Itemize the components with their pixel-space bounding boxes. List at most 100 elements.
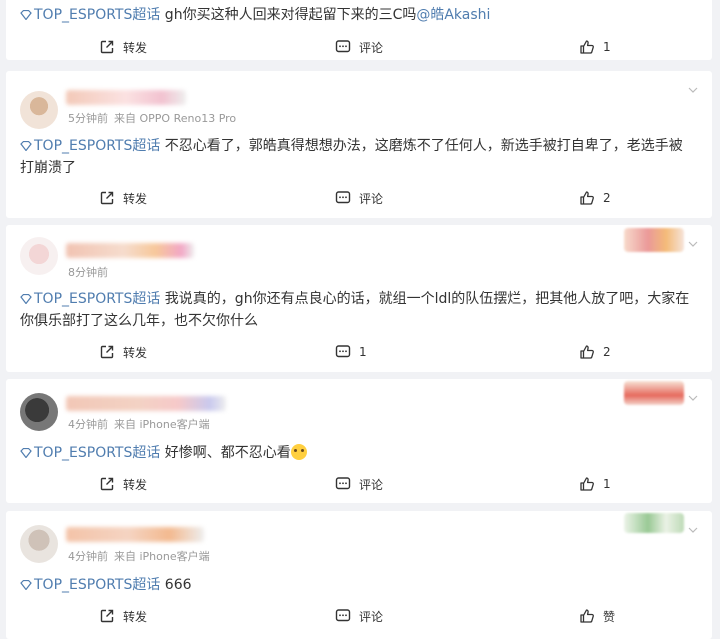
comment-icon <box>335 40 351 53</box>
comment-icon <box>335 345 351 358</box>
comment-content: TOP_ESPORTS超话 我说真的，gh你还有点良心的话，就组一个ldl的队伍… <box>20 288 696 332</box>
like-button[interactable]: 1 <box>579 37 611 57</box>
super-topic-tag[interactable]: TOP_ESPORTS超话 <box>20 445 160 461</box>
like-label: 赞 <box>603 609 616 624</box>
like-count: 2 <box>603 345 611 359</box>
repost-label: 转发 <box>123 477 148 492</box>
repost-icon <box>100 191 114 205</box>
chevron-down-icon[interactable] <box>688 85 698 95</box>
comment-card: 4分钟前 来自 iPhone客户端 TOP_ESPORTS超话 好惨啊、都不忍心看… <box>6 379 712 503</box>
source: 来自 iPhone客户端 <box>114 550 210 563</box>
comment-count: 1 <box>359 345 367 359</box>
thumbs-up-icon <box>580 40 594 54</box>
repost-icon <box>100 609 114 623</box>
repost-icon <box>100 345 114 359</box>
avatar[interactable] <box>20 525 58 563</box>
diamond-icon <box>20 448 32 458</box>
comment-meta: 8分钟前 <box>68 264 108 280</box>
repost-button[interactable]: 转发 <box>99 342 147 362</box>
chevron-down-icon[interactable] <box>688 239 698 249</box>
repost-label: 转发 <box>123 40 148 55</box>
crying-emoji-icon <box>290 444 307 460</box>
comment-label: 评论 <box>359 40 384 55</box>
comment-icon <box>335 191 351 204</box>
comment-card: 4分钟前 来自 iPhone客户端 TOP_ESPORTS超话 666 转发 评论… <box>6 511 712 639</box>
comment-icon <box>335 609 351 622</box>
comment-button[interactable]: 1 <box>335 342 367 362</box>
tag-label: TOP_ESPORTS超话 <box>34 577 161 593</box>
comment-meta: 4分钟前 来自 iPhone客户端 <box>68 548 210 564</box>
diamond-icon <box>20 141 32 151</box>
like-button[interactable]: 赞 <box>579 606 615 626</box>
timestamp: 5分钟前 <box>68 112 108 125</box>
comment-label: 评论 <box>359 191 384 206</box>
comment-label: 评论 <box>359 477 384 492</box>
like-count: 1 <box>603 40 611 54</box>
timestamp: 4分钟前 <box>68 550 108 563</box>
like-count: 2 <box>603 191 611 205</box>
comment-content: TOP_ESPORTS超话 好惨啊、都不忍心看 <box>20 442 696 464</box>
thumbs-up-icon <box>580 191 594 205</box>
diamond-icon <box>20 10 32 20</box>
username-redacted[interactable] <box>66 90 186 105</box>
comment-card: 5分钟前 来自 OPPO Reno13 Pro TOP_ESPORTS超话 不忍心… <box>6 71 712 218</box>
action-bar: 转发 1 2 <box>6 342 712 362</box>
source: 来自 iPhone客户端 <box>114 418 210 431</box>
comment-content: TOP_ESPORTS超话 不忍心看了，郭皓真得想想办法，这磨炼不了任何人，新选… <box>20 135 696 179</box>
comment-button[interactable]: 评论 <box>335 188 383 208</box>
comment-meta: 5分钟前 来自 OPPO Reno13 Pro <box>68 110 236 126</box>
comment-card: 8分钟前 TOP_ESPORTS超话 我说真的，gh你还有点良心的话，就组一个l… <box>6 225 712 372</box>
username-redacted[interactable] <box>66 396 226 411</box>
repost-icon <box>100 477 114 491</box>
tag-label: TOP_ESPORTS超话 <box>34 7 161 23</box>
timestamp: 4分钟前 <box>68 418 108 431</box>
tag-label: TOP_ESPORTS超话 <box>34 291 161 307</box>
diamond-icon <box>20 294 32 304</box>
comment-label: 评论 <box>359 609 384 624</box>
action-bar: 转发 评论 1 <box>6 37 712 57</box>
comment-text: 666 <box>160 577 192 593</box>
source: 来自 OPPO Reno13 Pro <box>114 112 237 125</box>
decoration-badge <box>624 381 684 405</box>
decoration-badge <box>624 228 684 252</box>
super-topic-tag[interactable]: TOP_ESPORTS超话 <box>20 138 160 154</box>
timestamp: 8分钟前 <box>68 266 108 279</box>
like-button[interactable]: 1 <box>579 474 611 494</box>
super-topic-tag[interactable]: TOP_ESPORTS超话 <box>20 577 160 593</box>
super-topic-tag[interactable]: TOP_ESPORTS超话 <box>20 7 160 23</box>
comment-button[interactable]: 评论 <box>335 474 383 494</box>
comment-text: 好惨啊、都不忍心看 <box>160 445 291 461</box>
decoration-badge <box>624 513 684 533</box>
chevron-down-icon[interactable] <box>688 525 698 535</box>
thumbs-up-icon <box>580 477 594 491</box>
comment-text: gh你买这种人回来对得起留下来的三C吗 <box>160 7 417 23</box>
thumbs-up-icon <box>580 345 594 359</box>
comment-icon <box>335 477 351 490</box>
like-button[interactable]: 2 <box>579 342 611 362</box>
super-topic-tag[interactable]: TOP_ESPORTS超话 <box>20 291 160 307</box>
repost-button[interactable]: 转发 <box>99 474 147 494</box>
avatar[interactable] <box>20 237 58 275</box>
comment-meta: 4分钟前 来自 iPhone客户端 <box>68 416 210 432</box>
avatar[interactable] <box>20 91 58 129</box>
comment-button[interactable]: 评论 <box>335 606 383 626</box>
action-bar: 转发 评论 2 <box>6 188 712 208</box>
like-button[interactable]: 2 <box>579 188 611 208</box>
comment-card: TOP_ESPORTS超话 gh你买这种人回来对得起留下来的三C吗@皓Akash… <box>6 0 712 60</box>
action-bar: 转发 评论 赞 <box>6 606 712 626</box>
username-redacted[interactable] <box>66 527 204 542</box>
repost-button[interactable]: 转发 <box>99 606 147 626</box>
avatar[interactable] <box>20 393 58 431</box>
repost-label: 转发 <box>123 191 148 206</box>
comment-content: TOP_ESPORTS超话 gh你买这种人回来对得起留下来的三C吗@皓Akash… <box>20 4 696 26</box>
diamond-icon <box>20 580 32 590</box>
repost-button[interactable]: 转发 <box>99 37 147 57</box>
like-count: 1 <box>603 477 611 491</box>
username-redacted[interactable] <box>66 243 194 258</box>
user-mention[interactable]: @皓Akashi <box>416 7 490 23</box>
chevron-down-icon[interactable] <box>688 393 698 403</box>
repost-label: 转发 <box>123 345 148 360</box>
comment-button[interactable]: 评论 <box>335 37 383 57</box>
repost-button[interactable]: 转发 <box>99 188 147 208</box>
repost-label: 转发 <box>123 609 148 624</box>
